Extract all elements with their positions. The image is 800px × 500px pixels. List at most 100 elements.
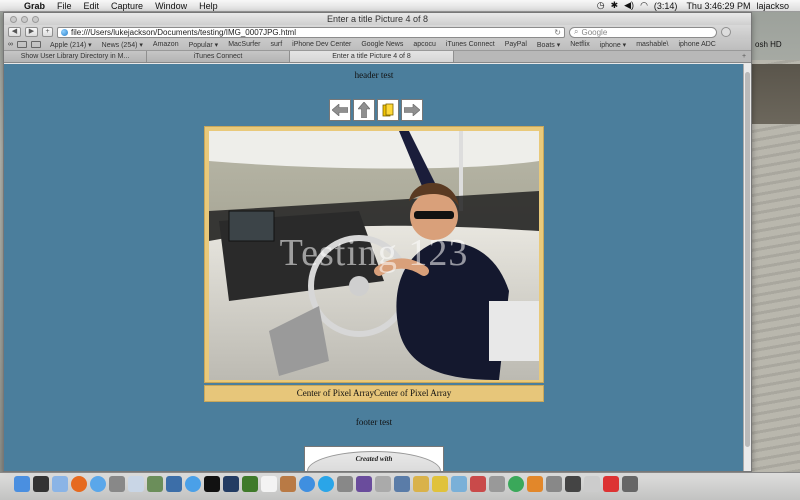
tab-current-picture[interactable]: Enter a title Picture 4 of 8 [290,51,454,62]
dashboard-icon[interactable] [33,476,49,492]
time-machine-icon[interactable]: ◷ [594,0,608,11]
bookmark-item[interactable]: iTunes Connect [441,41,500,48]
created-with-badge[interactable]: Created with [304,446,444,471]
bookmark-item[interactable]: Netflix [565,41,594,48]
previous-arrow-icon[interactable] [329,99,351,121]
dreamweaver-icon[interactable] [242,476,258,492]
search-field[interactable]: ⌕ Google [569,26,717,38]
app-icon[interactable] [451,476,467,492]
menu-edit[interactable]: Edit [78,1,106,11]
finder-icon[interactable] [14,476,30,492]
gallery-photo[interactable]: Testing 123 [209,131,539,380]
add-bookmark-button[interactable]: + [42,27,53,37]
battery-status[interactable]: (3:14) [651,1,681,11]
bookmark-item[interactable]: MacSurfer [223,41,265,48]
scrollbar-thumb[interactable] [745,72,750,447]
menu-window[interactable]: Window [149,1,193,11]
next-arrow-icon[interactable] [401,99,423,121]
bookmark-item[interactable]: Popular ▾ [184,41,224,49]
tab-library-directory[interactable]: Show User Library Directory in M... [4,51,147,62]
desktop-drive-label[interactable]: osh HD [755,40,782,49]
bookmark-item[interactable]: iPhone Dev Center [287,41,356,48]
app-icon[interactable] [565,476,581,492]
window-titlebar[interactable]: Enter a title Picture 4 of 8 [4,13,751,25]
app-icon[interactable] [508,476,524,492]
app-icon[interactable] [375,476,391,492]
menu-clock[interactable]: Thu 3:46:29 PM [680,1,753,11]
app-icon[interactable] [584,476,600,492]
preview-icon[interactable] [128,476,144,492]
iphoto-icon[interactable] [166,476,182,492]
menu-user[interactable]: lajackso [753,1,792,11]
bookmark-item[interactable]: News (254) ▾ [97,41,148,49]
calendar-icon[interactable] [261,476,277,492]
browser-window: Enter a title Picture 4 of 8 ◀ ▶ + file:… [3,12,752,472]
volume-icon[interactable]: ◀) [621,0,637,11]
desktop-wallpaper-detail [752,64,800,124]
menu-app-name[interactable]: Grab [18,1,51,11]
reload-icon[interactable]: ↻ [554,28,561,37]
app-icon[interactable] [622,476,638,492]
bookmark-item[interactable]: PayPal [500,41,532,48]
slideshow-icon[interactable] [377,99,399,121]
app-icon[interactable] [394,476,410,492]
itunes-icon[interactable] [185,476,201,492]
back-button[interactable]: ◀ [8,27,21,37]
photo-watermark: Testing 123 [279,232,469,274]
bookmark-item[interactable]: Apple (214) ▾ [45,41,97,49]
gallery-navigation [329,99,423,121]
bookmark-item[interactable]: iphone ▾ [595,41,631,49]
app-store-icon[interactable] [299,476,315,492]
app-icon[interactable] [527,476,543,492]
wifi-icon[interactable]: ◠ [637,0,651,11]
address-input[interactable]: file:///Users/lukejackson/Documents/test… [71,28,551,37]
new-tab-button[interactable]: + [737,51,751,62]
menu-file[interactable]: File [51,1,78,11]
forward-button[interactable]: ▶ [25,27,38,37]
gear-icon[interactable] [721,27,731,37]
mail-icon[interactable] [52,476,68,492]
bluetooth-icon[interactable]: ✱ [608,0,622,11]
window-title: Enter a title Picture 4 of 8 [326,14,429,24]
tab-itunes-connect[interactable]: iTunes Connect [147,51,290,62]
bookmark-item[interactable]: Boats ▾ [532,41,565,49]
app-icon[interactable] [413,476,429,492]
reading-list-icon[interactable]: ∞ [8,41,13,48]
app-icon[interactable] [489,476,505,492]
page-content: header test Testing 123 Center of Pixel … [4,64,744,471]
bookmarks-bar: ∞ Apple (214) ▾ News (254) ▾ Amazon Popu… [4,39,751,51]
app-icon[interactable] [356,476,372,492]
menu-help[interactable]: Help [193,1,224,11]
bookmark-item[interactable]: Google News [356,41,408,48]
terminal-icon[interactable] [204,476,220,492]
photo-icon[interactable] [147,476,163,492]
bookmark-item[interactable]: iphone ADC [673,41,720,48]
book-icon[interactable] [17,41,27,48]
search-icon: ⌕ [574,27,579,36]
dock-icons [14,476,638,492]
firefox-icon[interactable] [71,476,87,492]
vertical-scrollbar[interactable] [743,64,751,471]
bookmark-item[interactable]: surf [265,41,287,48]
bookmark-item[interactable]: mashable\ [631,41,673,48]
menu-bar: Grab File Edit Capture Window Help ◷ ✱ ◀… [0,0,800,12]
bookmark-item[interactable]: Amazon [148,41,184,48]
app-icon[interactable] [470,476,486,492]
app-icon[interactable] [546,476,562,492]
skype-icon[interactable] [318,476,334,492]
menu-capture[interactable]: Capture [105,1,149,11]
tab-bar: Show User Library Directory in M... iTun… [4,51,751,63]
safari-icon[interactable] [90,476,106,492]
search-placeholder: Google [581,27,608,37]
bookmark-item[interactable]: apcocu [408,41,441,48]
address-bar[interactable]: file:///Users/lukejackson/Documents/test… [57,26,565,38]
page-header: header test [354,70,394,80]
up-arrow-icon[interactable] [353,99,375,121]
address-book-icon[interactable] [280,476,296,492]
utility-icon[interactable] [337,476,353,492]
photoshop-icon[interactable] [223,476,239,492]
app-icon[interactable] [603,476,619,492]
top-sites-icon[interactable] [31,41,41,48]
app-icon[interactable] [432,476,448,492]
system-preferences-icon[interactable] [109,476,125,492]
